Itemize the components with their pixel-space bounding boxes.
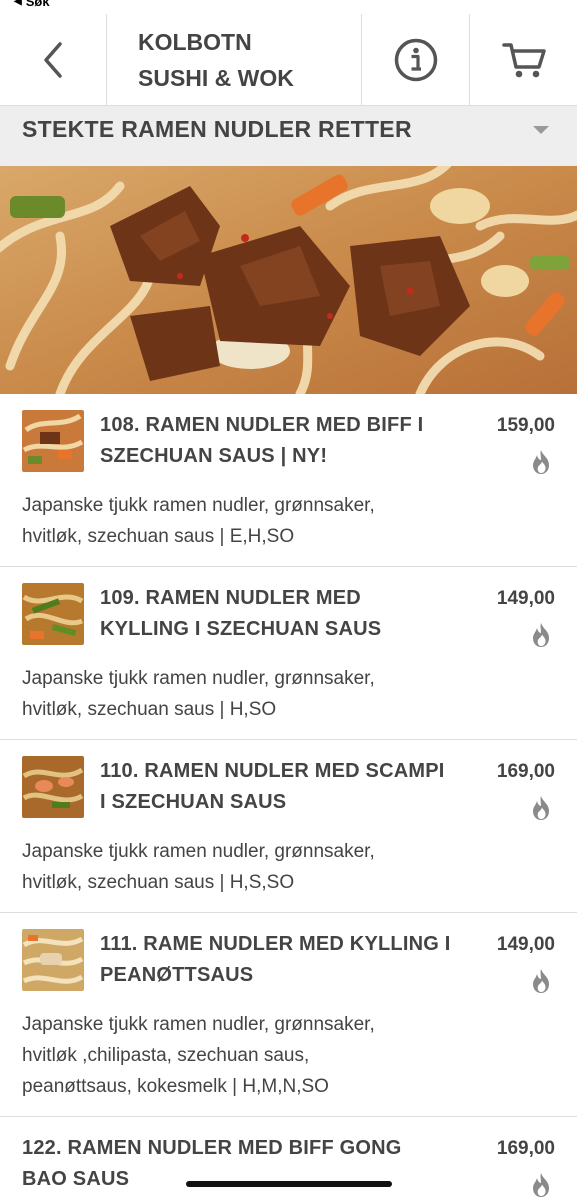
menu-item[interactable]: 109. RAMEN NUDLER MED KYLLING I SZECHUAN… xyxy=(0,567,577,740)
flame-icon xyxy=(533,796,549,820)
menu-item[interactable]: 110. RAMEN NUDLER MED SCAMPI I SZECHUAN … xyxy=(0,740,577,913)
flame-icon xyxy=(533,969,549,993)
flame-icon xyxy=(533,450,549,474)
item-name-line1: 108. RAMEN NUDLER MED BIFF I xyxy=(100,414,424,436)
item-price: 169,00 xyxy=(496,761,555,782)
item-price: 169,00 xyxy=(496,1138,555,1159)
item-name-line2: BAO SAUS xyxy=(22,1168,130,1190)
item-price: 149,00 xyxy=(496,934,555,955)
cart-button[interactable] xyxy=(470,14,577,105)
item-desc-line2: hvitløk, szechuan saus | E,H,SO xyxy=(22,526,295,547)
status-back-link[interactable]: ◀ Søk xyxy=(0,0,50,9)
restaurant-title: KOLBOTN SUSHI & WOK xyxy=(107,14,362,105)
home-indicator[interactable] xyxy=(186,1181,392,1187)
back-triangle-icon: ◀ xyxy=(14,0,22,7)
status-back-label: Søk xyxy=(25,0,50,9)
item-name-line1: 111. RAME NUDLER MED KYLLING I xyxy=(100,933,451,955)
item-desc-line1: Japanske tjukk ramen nudler, grønnsaker, xyxy=(22,1014,375,1035)
menu-item[interactable]: 122. RAMEN NUDLER MED BIFF GONG BAO SAUS… xyxy=(0,1117,577,1200)
item-desc-line1: Japanske tjukk ramen nudler, grønnsaker, xyxy=(22,495,375,516)
item-name-line1: 110. RAMEN NUDLER MED SCAMPI xyxy=(100,760,445,782)
dish-thumbnail xyxy=(22,583,84,645)
info-button[interactable] xyxy=(362,14,470,105)
item-name-line2: I SZECHUAN SAUS xyxy=(100,791,287,813)
item-name-line2: SZECHUAN SAUS | NY! xyxy=(100,445,328,467)
category-hero-image xyxy=(0,166,577,394)
restaurant-title-line2: SUSHI & WOK xyxy=(138,64,294,91)
menu-item[interactable]: 108. RAMEN NUDLER MED BIFF I SZECHUAN SA… xyxy=(0,394,577,567)
item-name-line1: 122. RAMEN NUDLER MED BIFF GONG xyxy=(22,1137,402,1159)
category-title: STEKTE RAMEN NUDLER RETTER xyxy=(22,116,412,142)
item-price: 149,00 xyxy=(496,588,555,609)
chevron-left-icon xyxy=(44,41,62,78)
menu-item[interactable]: 111. RAME NUDLER MED KYLLING I PEANØTTSA… xyxy=(0,913,577,1117)
item-desc-line1: Japanske tjukk ramen nudler, grønnsaker, xyxy=(22,668,375,689)
cart-icon xyxy=(501,42,546,77)
dish-thumbnail xyxy=(22,756,84,818)
item-name-line2: PEANØTTSAUS xyxy=(100,964,254,986)
item-desc-line3: peanøttsaus, kokesmelk | H,M,N,SO xyxy=(22,1076,329,1097)
restaurant-title-line1: KOLBOTN xyxy=(138,28,252,55)
item-price: 159,00 xyxy=(496,415,555,436)
back-button[interactable] xyxy=(0,14,107,105)
flame-icon xyxy=(533,1173,549,1197)
dish-thumbnail xyxy=(22,410,84,472)
dish-thumbnail xyxy=(22,929,84,991)
caret-down-icon xyxy=(533,126,549,134)
menu-list: 108. RAMEN NUDLER MED BIFF I SZECHUAN SA… xyxy=(0,394,577,1200)
item-name-line2: KYLLING I SZECHUAN SAUS xyxy=(100,618,382,640)
app-header: KOLBOTN SUSHI & WOK xyxy=(0,14,577,106)
item-name-line1: 109. RAMEN NUDLER MED xyxy=(100,587,361,609)
flame-icon xyxy=(533,623,549,647)
item-desc-line2: hvitløk, szechuan saus | H,SO xyxy=(22,699,277,720)
item-desc-line2: hvitløk, szechuan saus | H,S,SO xyxy=(22,872,295,893)
item-desc-line1: Japanske tjukk ramen nudler, grønnsaker, xyxy=(22,841,375,862)
item-desc-line2: hvitløk ,chilipasta, szechuan saus, xyxy=(22,1045,310,1066)
info-icon xyxy=(394,38,437,81)
category-dropdown[interactable]: STEKTE RAMEN NUDLER RETTER xyxy=(0,106,577,166)
